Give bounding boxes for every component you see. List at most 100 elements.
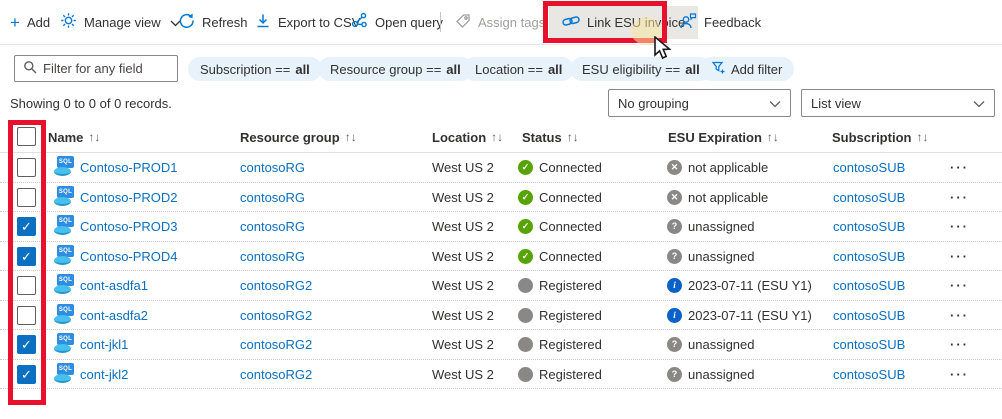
server-name-link[interactable]: Contoso-PROD1 — [80, 153, 178, 182]
add-filter-button[interactable]: Add filter — [700, 57, 794, 81]
filter-pill-resource-group[interactable]: Resource group ==all — [318, 57, 473, 81]
filter-pill-subscription[interactable]: Subscription ==all — [188, 57, 322, 81]
column-header-status[interactable]: Status↑↓ — [522, 121, 579, 153]
azure-portal-sql-arc-list: + Add Manage view Refresh Export to CSV … — [0, 0, 1002, 419]
refresh-icon — [178, 12, 195, 32]
filter-pill-esu-eligibility[interactable]: ESU eligibility ==all — [570, 57, 712, 81]
subscription-link[interactable]: contosoSUB — [833, 301, 905, 330]
esu-status-icon: ? — [667, 367, 682, 382]
sort-icon: ↑↓ — [345, 130, 357, 144]
row-checkbox[interactable] — [17, 217, 36, 236]
server-name-link[interactable]: cont-jkl2 — [80, 360, 128, 389]
esu-expiration-cell: unassigned — [688, 242, 755, 271]
tag-icon — [455, 13, 471, 32]
sql-server-azure-arc-icon: SQL — [54, 186, 76, 210]
view-dropdown[interactable]: List view — [801, 89, 995, 117]
row-checkbox[interactable] — [17, 158, 36, 177]
sql-server-azure-arc-icon: SQL — [54, 363, 76, 387]
resource-group-link[interactable]: contosoRG — [240, 153, 305, 182]
filter-search-box[interactable] — [14, 55, 178, 82]
location-cell: West US 2 — [432, 360, 494, 389]
row-context-menu-ellipsis[interactable]: ··· — [950, 183, 980, 212]
resource-group-link[interactable]: contosoRG2 — [240, 301, 312, 330]
row-checkbox[interactable] — [17, 188, 36, 207]
status-cell: Connected — [539, 242, 602, 271]
subscription-link[interactable]: contosoSUB — [833, 271, 905, 300]
sort-icon: ↑↓ — [916, 130, 928, 144]
server-name-link[interactable]: cont-jkl1 — [80, 330, 128, 359]
row-context-menu-ellipsis[interactable]: ··· — [950, 360, 980, 389]
view-value: List view — [811, 96, 861, 111]
status-icon: ✓ — [518, 190, 533, 205]
column-header-esu-expiration[interactable]: ESU Expiration↑↓ — [668, 121, 779, 153]
resource-group-link[interactable]: contosoRG — [240, 183, 305, 212]
column-header-subscription[interactable]: Subscription↑↓ — [832, 121, 928, 153]
row-checkbox[interactable] — [17, 247, 36, 266]
row-context-menu-ellipsis[interactable]: ··· — [950, 330, 980, 359]
row-checkbox[interactable] — [17, 276, 36, 295]
subscription-link[interactable]: contosoSUB — [833, 360, 905, 389]
server-name-link[interactable]: Contoso-PROD4 — [80, 242, 178, 271]
row-context-menu-ellipsis[interactable]: ··· — [950, 301, 980, 330]
location-cell: West US 2 — [432, 330, 494, 359]
toolbar-divider — [440, 12, 441, 32]
subscription-link[interactable]: contosoSUB — [833, 212, 905, 241]
column-header-resource-group[interactable]: Resource group↑↓ — [240, 121, 357, 153]
pill-label: Location == — [475, 62, 543, 77]
table-row: SQL cont-asdfa1 contosoRG2 West US 2 Reg… — [0, 271, 1002, 301]
status-icon: ✓ — [518, 219, 533, 234]
export-csv-button[interactable]: Export to CSV — [255, 0, 360, 44]
sql-server-azure-arc-icon: SQL — [54, 304, 76, 328]
sql-server-azure-arc-icon: SQL — [54, 274, 76, 298]
grouping-value: No grouping — [618, 96, 689, 111]
resource-group-link[interactable]: contosoRG — [240, 212, 305, 241]
server-name-link[interactable]: cont-asdfa2 — [80, 301, 148, 330]
row-checkbox[interactable] — [17, 306, 36, 325]
table-row: SQL Contoso-PROD4 contosoRG West US 2 ✓ … — [0, 242, 1002, 272]
sql-server-azure-arc-icon: SQL — [54, 156, 76, 180]
row-context-menu-ellipsis[interactable]: ··· — [950, 271, 980, 300]
resource-group-link[interactable]: contosoRG2 — [240, 330, 312, 359]
status-icon — [518, 367, 533, 382]
pill-value: all — [446, 62, 460, 77]
resource-group-link[interactable]: contosoRG2 — [240, 271, 312, 300]
sort-icon: ↑↓ — [491, 130, 503, 144]
filter-pill-location[interactable]: Location == all — [463, 57, 574, 81]
feedback-button[interactable]: Feedback — [679, 0, 761, 44]
resource-group-link[interactable]: contosoRG2 — [240, 360, 312, 389]
server-name-link[interactable]: Contoso-PROD3 — [80, 212, 178, 241]
column-header-name[interactable]: Name↑↓ — [48, 121, 100, 153]
server-name-link[interactable]: Contoso-PROD2 — [80, 183, 178, 212]
subscription-link[interactable]: contosoSUB — [833, 153, 905, 182]
add-filter-funnel-icon — [712, 61, 726, 77]
subscription-link[interactable]: contosoSUB — [833, 183, 905, 212]
pill-value: all — [548, 62, 562, 77]
status-cell: Registered — [539, 271, 602, 300]
select-all-checkbox[interactable] — [17, 127, 36, 146]
refresh-button[interactable]: Refresh — [178, 0, 248, 44]
filter-search-input[interactable] — [43, 61, 163, 76]
row-context-menu-ellipsis[interactable]: ··· — [950, 242, 980, 271]
subscription-link[interactable]: contosoSUB — [833, 242, 905, 271]
row-context-menu-ellipsis[interactable]: ··· — [950, 212, 980, 241]
link-esu-invoice-button[interactable]: Link ESU invoice — [549, 6, 698, 39]
resource-group-link[interactable]: contosoRG — [240, 242, 305, 271]
mouse-cursor-icon — [653, 36, 677, 65]
status-cell: Connected — [539, 153, 602, 182]
feedback-person-icon — [679, 12, 697, 32]
status-cell: Connected — [539, 183, 602, 212]
subscription-link[interactable]: contosoSUB — [833, 330, 905, 359]
column-header-location[interactable]: Location↑↓ — [432, 121, 503, 153]
open-query-button[interactable]: Open query — [351, 0, 443, 44]
grouping-dropdown[interactable]: No grouping — [608, 89, 791, 117]
sort-icon: ↑↓ — [567, 130, 579, 144]
row-checkbox[interactable] — [17, 335, 36, 354]
add-button[interactable]: + Add — [10, 0, 50, 44]
status-cell: Connected — [539, 212, 602, 241]
server-name-link[interactable]: cont-asdfa1 — [80, 271, 148, 300]
esu-status-icon: ? — [667, 219, 682, 234]
share-nodes-icon — [351, 12, 368, 32]
row-checkbox[interactable] — [17, 365, 36, 384]
manage-view-button[interactable]: Manage view — [60, 0, 181, 44]
row-context-menu-ellipsis[interactable]: ··· — [950, 153, 980, 182]
